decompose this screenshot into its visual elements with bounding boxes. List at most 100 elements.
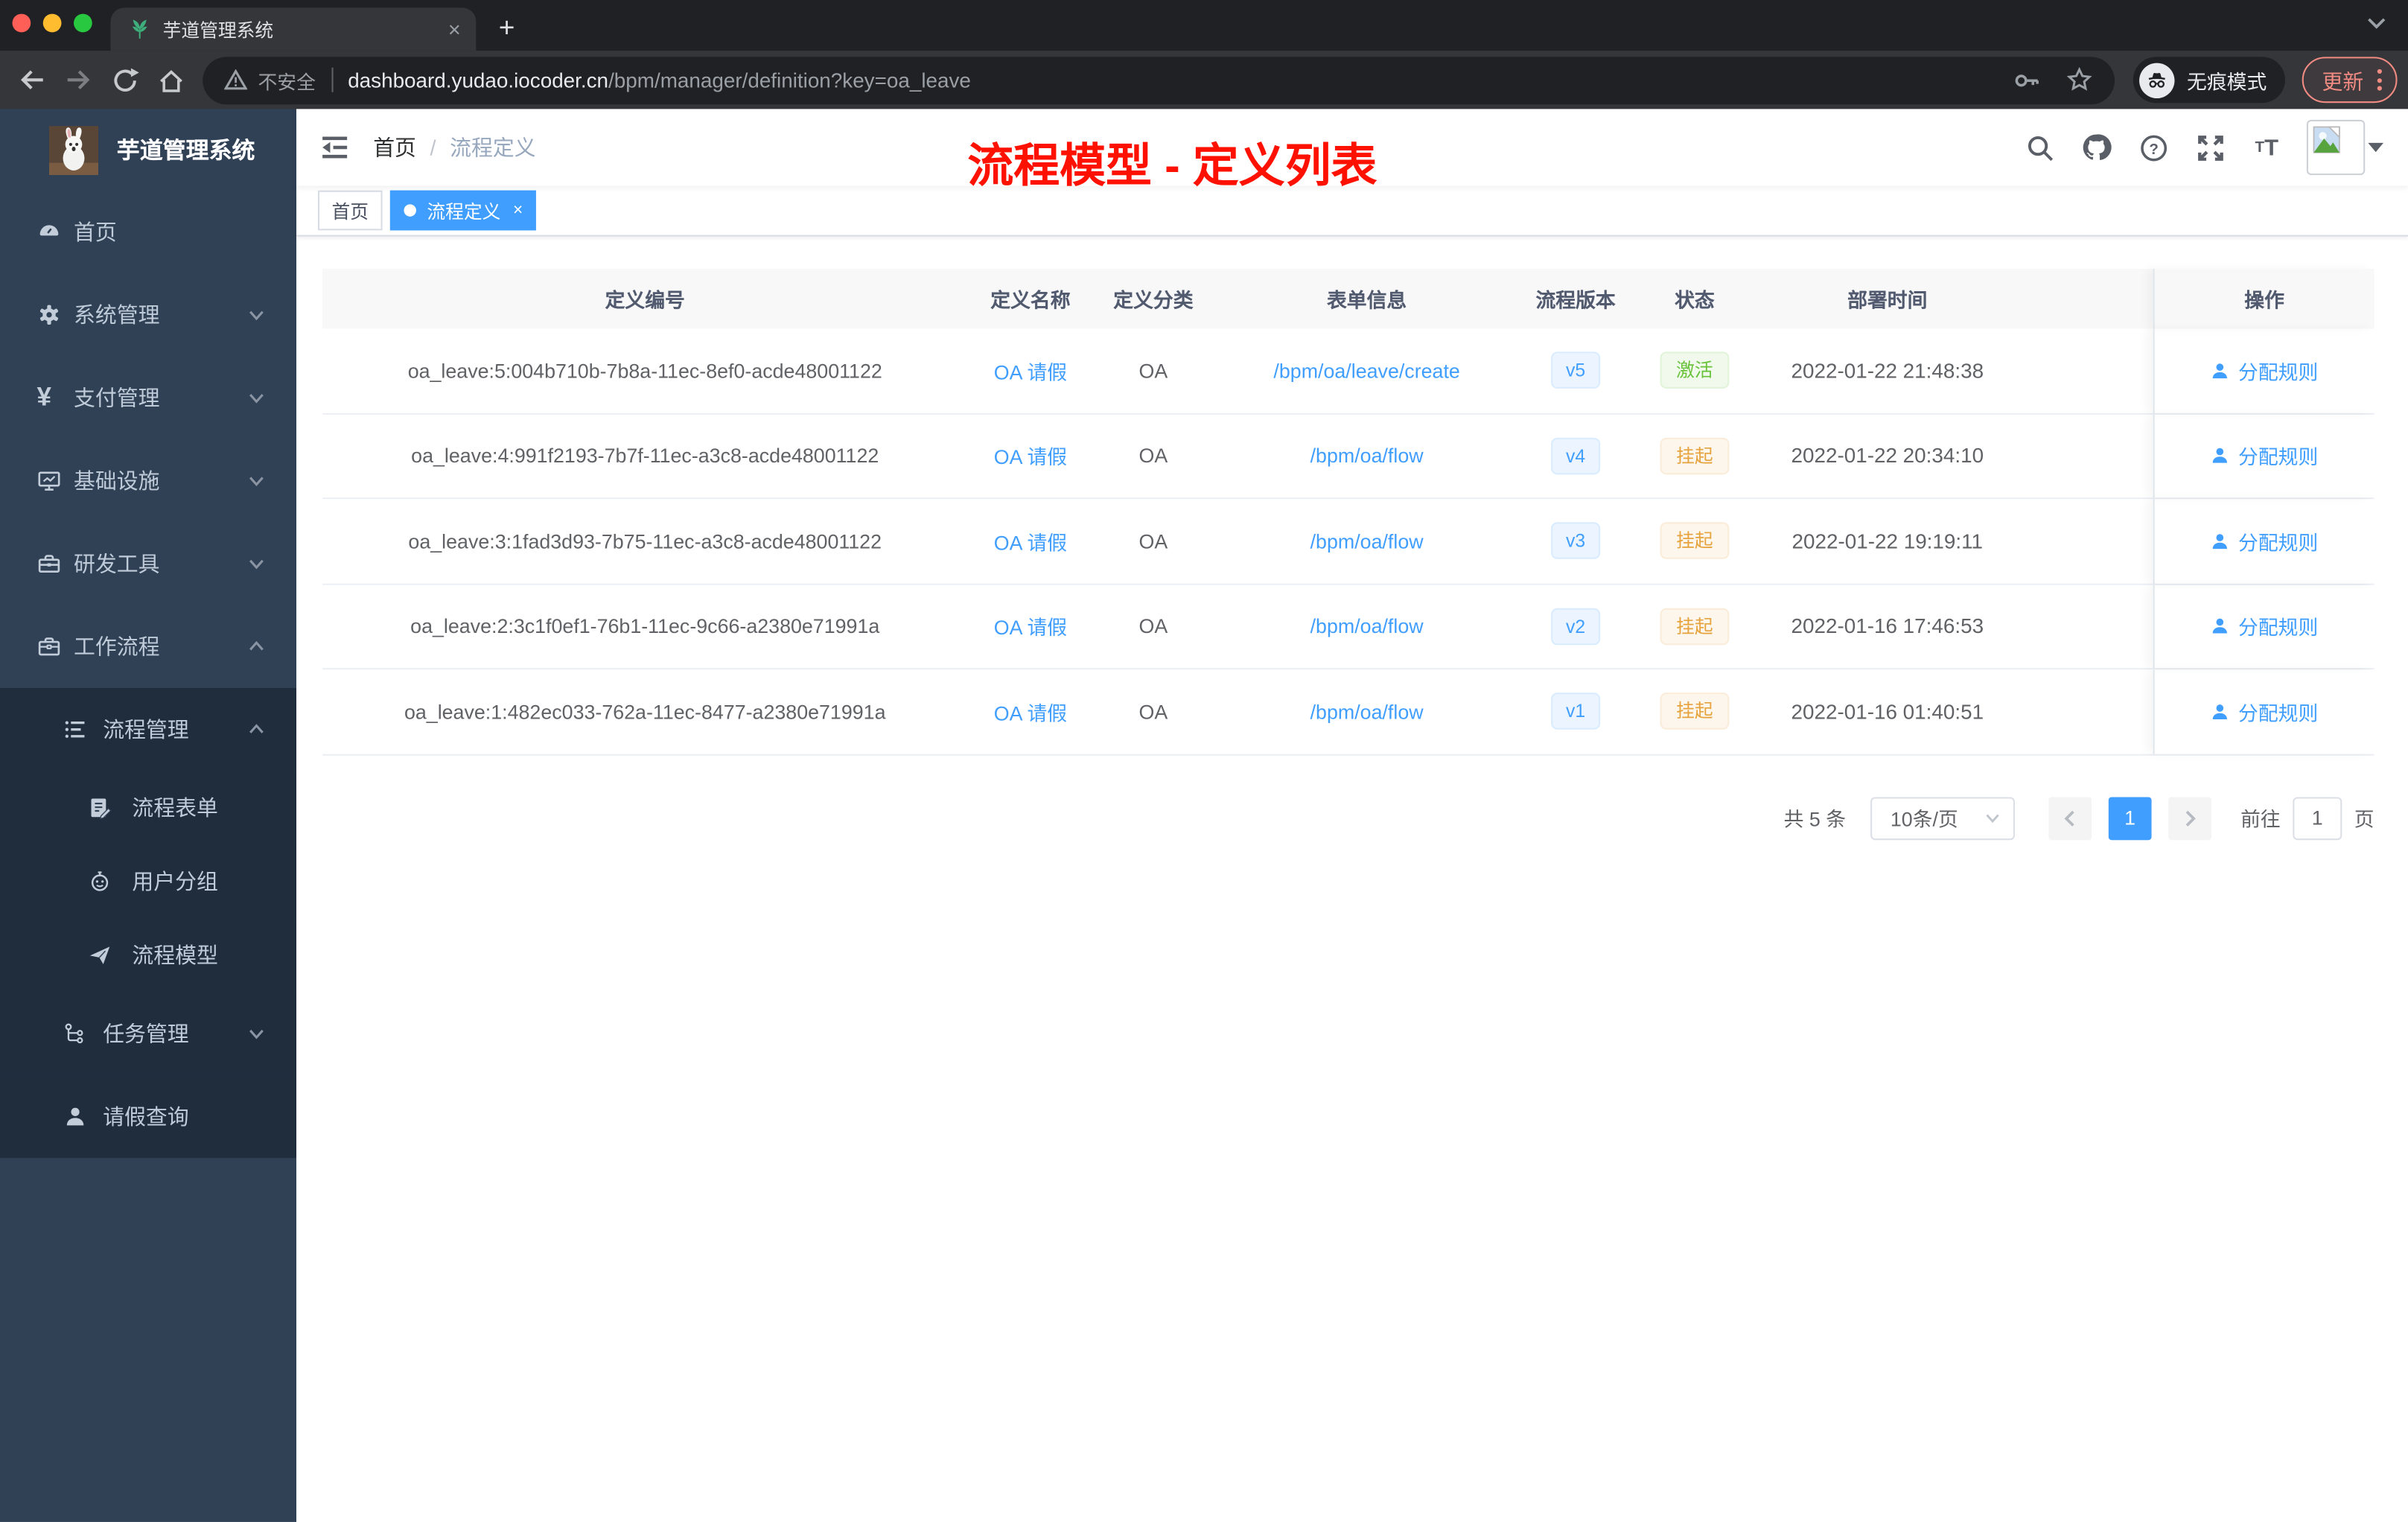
cell-category: OA xyxy=(1138,359,1168,383)
assign-rule-link[interactable]: 分配规则 xyxy=(2211,441,2318,470)
url-omnibox[interactable]: 不安全 dashboard.yudao.iocoder.cn/bpm/manag… xyxy=(203,56,2115,104)
tag-process-definition[interactable]: 流程定义 × xyxy=(389,190,537,231)
sidebar-item-process-model[interactable]: 流程模型 xyxy=(0,918,297,993)
sidebar-item-task-management[interactable]: 任务管理 xyxy=(0,992,297,1075)
form-link[interactable]: /bpm/oa/flow xyxy=(1310,700,1424,723)
tab-title: 芋道管理系统 xyxy=(162,19,274,41)
avatar[interactable] xyxy=(2306,119,2366,176)
sidebar-item-infrastructure[interactable]: 基础设施 xyxy=(0,439,296,522)
sidebar-item-dev-tools[interactable]: 研发工具 xyxy=(0,522,296,605)
sidebar-fold-icon[interactable] xyxy=(296,133,373,161)
table-row: oa_leave:5:004b710b-7b8a-11ec-8ef0-acde4… xyxy=(322,328,2374,414)
app-logo-image xyxy=(49,125,98,175)
col-header-deploy-time: 部署时间 xyxy=(1847,288,1928,312)
assign-rule-link[interactable]: 分配规则 xyxy=(2211,611,2318,640)
cell-deploy-time: 2022-01-16 17:46:53 xyxy=(1791,614,1984,638)
sidebar-item-user-group[interactable]: 用户分组 xyxy=(0,844,297,919)
cell-deploy-time: 2022-01-22 20:34:10 xyxy=(1791,444,1984,468)
update-button[interactable]: 更新 xyxy=(2302,57,2398,104)
status-badge: 激活 xyxy=(1660,351,1729,389)
col-header-id: 定义编号 xyxy=(605,288,685,312)
goto-page-input[interactable] xyxy=(2293,796,2342,840)
form-link[interactable]: /bpm/oa/flow xyxy=(1310,529,1424,553)
form-link[interactable]: /bpm/oa/flow xyxy=(1310,615,1424,638)
definition-name-link[interactable]: OA 请假 xyxy=(994,526,1067,555)
omnibox-divider xyxy=(331,67,333,92)
browser-tab[interactable]: 芋道管理系统 × xyxy=(110,7,477,51)
col-header-form: 表单信息 xyxy=(1326,288,1407,312)
caret-down-icon[interactable] xyxy=(2368,142,2383,153)
key-icon[interactable] xyxy=(2012,66,2041,95)
home-icon[interactable] xyxy=(147,66,194,95)
tag-close-icon[interactable]: × xyxy=(513,201,523,220)
window-zoom-button[interactable] xyxy=(74,13,92,33)
user-icon xyxy=(2213,619,2228,634)
fullscreen-icon[interactable] xyxy=(2193,133,2226,162)
user-icon xyxy=(2213,448,2228,464)
github-icon[interactable] xyxy=(2080,132,2113,162)
cell-deploy-time: 2022-01-22 21:48:38 xyxy=(1791,359,1984,383)
sidebar-item-process-management[interactable]: 流程管理 xyxy=(0,688,297,771)
breadcrumb-home[interactable]: 首页 xyxy=(373,132,416,162)
new-tab-button[interactable]: + xyxy=(488,10,526,48)
definition-name-link[interactable]: OA 请假 xyxy=(994,697,1067,726)
sidebar: 芋道管理系统 首页 系统管理 ¥ 支付管理 基础设施 研发工具 工作流程 流程管… xyxy=(0,109,297,1522)
cell-category: OA xyxy=(1138,444,1168,468)
sidebar-item-workflow[interactable]: 工作流程 xyxy=(0,605,296,688)
page-size-select[interactable]: 10条/页 xyxy=(1870,796,2015,840)
forward-icon[interactable] xyxy=(55,65,101,95)
status-badge: 挂起 xyxy=(1660,437,1729,474)
version-tag: v1 xyxy=(1550,692,1601,730)
search-icon[interactable] xyxy=(2022,133,2056,162)
definition-name-link[interactable]: OA 请假 xyxy=(994,441,1067,470)
security-label[interactable]: 不安全 xyxy=(258,66,316,95)
chevron-up-icon xyxy=(247,637,266,656)
definition-name-link[interactable]: OA 请假 xyxy=(994,356,1067,385)
question-icon[interactable]: ? xyxy=(2136,133,2170,162)
back-icon[interactable] xyxy=(9,65,55,95)
table-row: oa_leave:1:482ec033-762a-11ec-8477-a2380… xyxy=(322,669,2374,755)
sidebar-item-payment[interactable]: ¥ 支付管理 xyxy=(0,357,296,439)
reload-icon[interactable] xyxy=(101,66,147,95)
sidebar-item-process-form[interactable]: 流程表单 xyxy=(0,771,297,845)
window-close-button[interactable] xyxy=(12,13,31,33)
tag-home[interactable]: 首页 xyxy=(317,190,383,231)
svg-text:?: ? xyxy=(2148,140,2158,157)
browser-chrome: 芋道管理系统 × + 不安全 dashboard.yudao.iocoder.c… xyxy=(0,0,2408,109)
cell-category: OA xyxy=(1138,614,1168,638)
sidebar-item-home[interactable]: 首页 xyxy=(0,191,296,273)
user-menu[interactable] xyxy=(2306,119,2383,176)
sidebar-item-leave-query[interactable]: 请假查询 xyxy=(0,1074,297,1159)
tab-strip: 芋道管理系统 × + xyxy=(0,0,2408,51)
font-size-icon[interactable]: TT xyxy=(2250,134,2284,160)
incognito-badge: 无痕模式 xyxy=(2133,57,2286,104)
workflow-list-icon xyxy=(63,717,88,742)
form-link[interactable]: /bpm/oa/flow xyxy=(1310,445,1424,468)
window-minimize-button[interactable] xyxy=(42,13,62,33)
chevron-down-icon[interactable] xyxy=(2366,17,2386,31)
monitor-icon xyxy=(37,468,62,493)
sidebar-item-system[interactable]: 系统管理 xyxy=(0,273,296,356)
star-icon[interactable] xyxy=(2065,66,2093,94)
col-header-name: 定义名称 xyxy=(990,288,1071,312)
prev-page-button[interactable] xyxy=(2048,796,2092,840)
definition-name-link[interactable]: OA 请假 xyxy=(994,611,1067,640)
menu-dots-icon[interactable] xyxy=(2377,69,2382,91)
col-header-status: 状态 xyxy=(1675,288,1715,312)
app-title: 芋道管理系统 xyxy=(116,138,255,165)
cell-deploy-time: 2022-01-16 01:40:51 xyxy=(1791,699,1984,723)
page-number-current[interactable]: 1 xyxy=(2108,796,2152,840)
form-link[interactable]: /bpm/oa/leave/create xyxy=(1273,359,1459,382)
next-page-button[interactable] xyxy=(2168,796,2211,840)
page-unit-label: 页 xyxy=(2354,807,2374,831)
tab-close-icon[interactable]: × xyxy=(448,19,461,40)
incognito-label: 无痕模式 xyxy=(2187,69,2267,93)
url-path: /bpm/manager/definition?key=oa_leave xyxy=(608,68,971,92)
chevron-down-icon xyxy=(247,471,266,490)
assign-rule-link[interactable]: 分配规则 xyxy=(2211,356,2318,385)
sidebar-logo[interactable]: 芋道管理系统 xyxy=(0,109,296,190)
table-row: oa_leave:4:991f2193-7b7f-11ec-a3c8-acde4… xyxy=(322,413,2374,500)
cell-deploy-time: 2022-01-22 19:19:11 xyxy=(1791,529,1984,553)
assign-rule-link[interactable]: 分配规则 xyxy=(2211,526,2318,555)
assign-rule-link[interactable]: 分配规则 xyxy=(2211,697,2318,726)
